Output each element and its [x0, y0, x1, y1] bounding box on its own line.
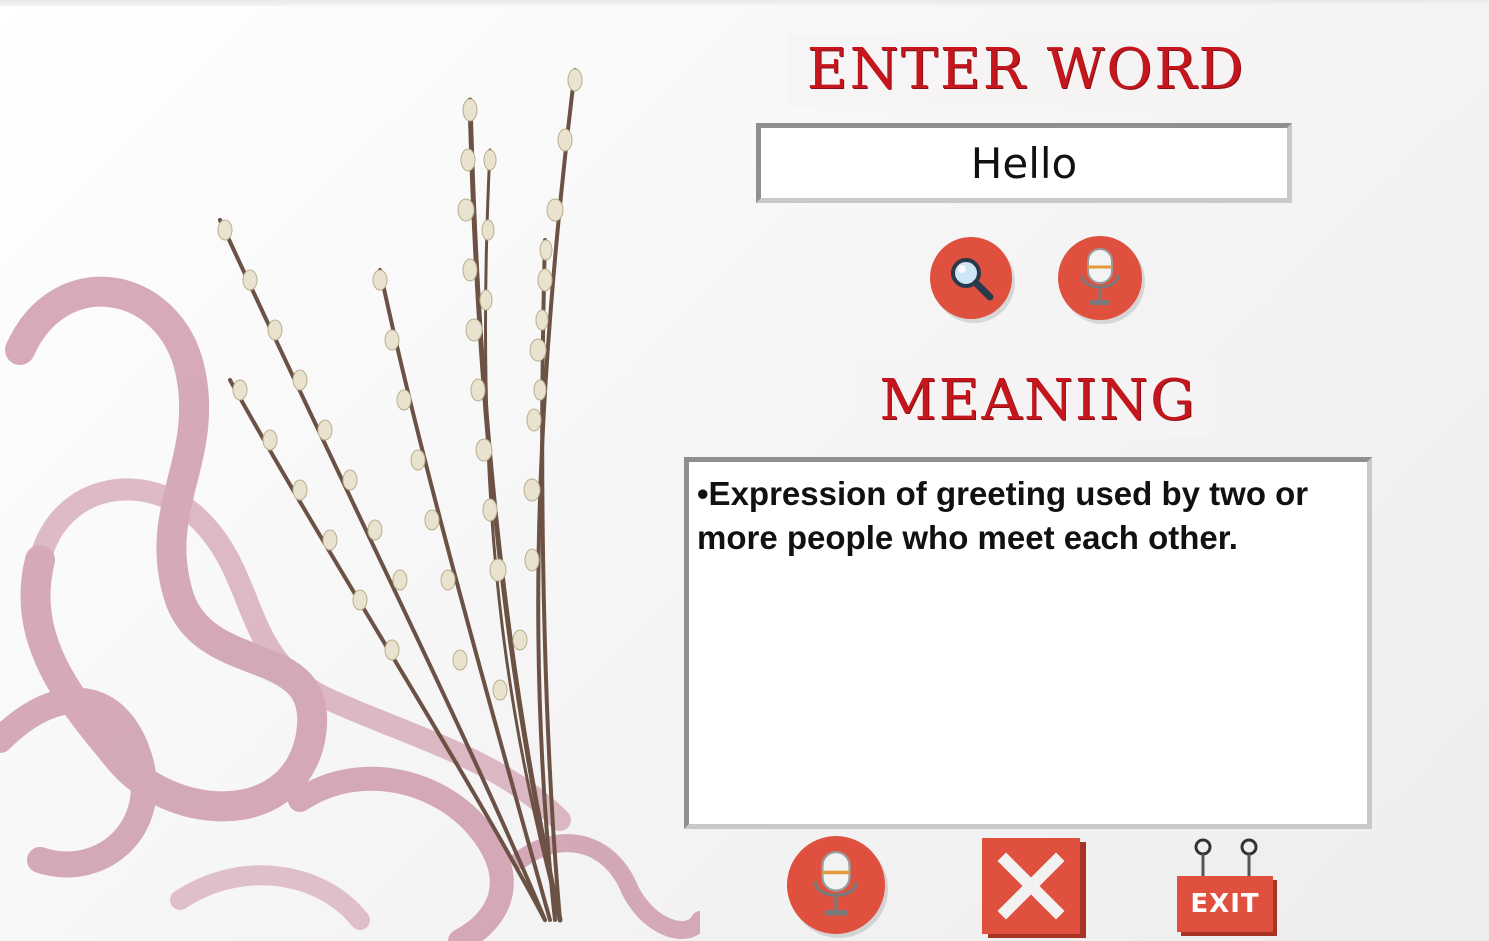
- meaning-heading: MEANING: [862, 365, 1214, 437]
- microphone-icon: [813, 850, 859, 916]
- clear-button[interactable]: [982, 838, 1080, 934]
- exit-button[interactable]: EXIT: [1172, 834, 1278, 938]
- meaning-text-area[interactable]: •Expression of greeting used by two or m…: [684, 457, 1372, 829]
- exit-sign-icon: [1194, 838, 1258, 878]
- search-button[interactable]: [930, 237, 1012, 319]
- microphone-icon: [1080, 248, 1120, 305]
- search-icon: [951, 258, 994, 301]
- voice-input-button[interactable]: [1058, 236, 1142, 320]
- enter-word-heading: ENTER WORD: [787, 34, 1265, 106]
- background-floral-decoration: [0, 68, 700, 941]
- window-top-edge: [0, 0, 1489, 6]
- close-icon: [997, 852, 1065, 920]
- exit-label: EXIT: [1190, 889, 1260, 919]
- meaning-text: •Expression of greeting used by two or m…: [697, 475, 1309, 556]
- speak-meaning-button[interactable]: [787, 836, 885, 934]
- word-input[interactable]: [756, 123, 1292, 203]
- dictionary-app-window: ENTER WORD MEANING •Expression of greeti…: [0, 0, 1489, 941]
- exit-sign-panel: EXIT: [1177, 876, 1273, 932]
- ribbon-decoration: [0, 276, 700, 941]
